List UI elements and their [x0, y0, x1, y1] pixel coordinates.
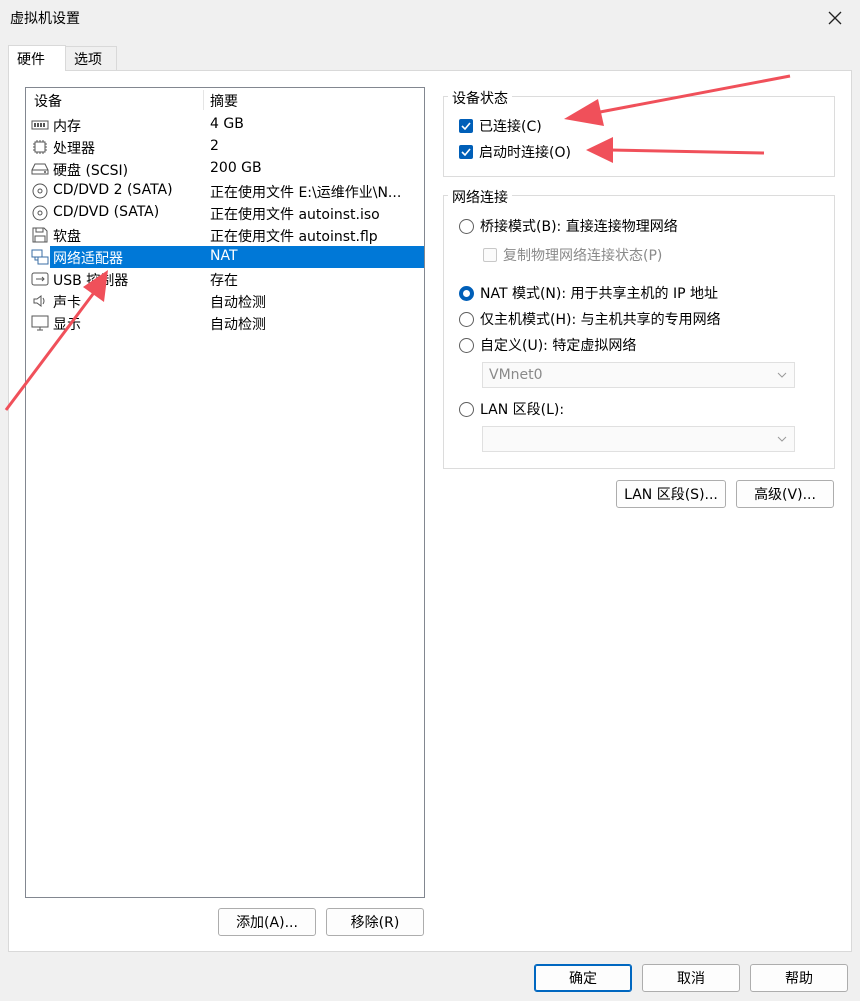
- device-summary: 200 GB: [210, 160, 262, 176]
- cd-dvd-icon: [31, 182, 49, 200]
- device-name: CD/DVD 2 (SATA): [53, 182, 173, 198]
- device-name: USB 控制器: [53, 273, 129, 289]
- checkbox-empty-icon: [483, 248, 497, 262]
- tab-options-label: 选项: [74, 51, 102, 68]
- column-header-summary[interactable]: 摘要: [210, 91, 238, 111]
- replicate-state-checkbox[interactable]: 复制物理网络连接状态(P): [483, 245, 662, 265]
- nat-radio[interactable]: NAT 模式(N): 用于共享主机的 IP 地址: [459, 283, 718, 303]
- help-button[interactable]: 帮助: [750, 964, 848, 992]
- device-summary: 存在: [210, 273, 238, 289]
- custom-network-select[interactable]: VMnet0: [482, 362, 795, 388]
- tab-hardware[interactable]: 硬件: [8, 45, 66, 71]
- checkmark-icon: [459, 145, 473, 159]
- device-summary: 正在使用文件 autoinst.iso: [210, 207, 380, 223]
- device-row-cd-dvd[interactable]: CD/DVD (SATA) 正在使用文件 autoinst.iso: [26, 202, 424, 224]
- window-title: 虚拟机设置: [10, 11, 80, 27]
- sound-icon: [31, 292, 49, 310]
- device-status-title: 设备状态: [448, 88, 512, 108]
- device-summary: 2: [210, 138, 219, 154]
- replicate-state-label: 复制物理网络连接状态(P): [503, 248, 663, 264]
- memory-icon: [31, 116, 49, 134]
- close-button[interactable]: [820, 4, 850, 32]
- host-only-radio[interactable]: 仅主机模式(H): 与主机共享的专用网络: [459, 309, 721, 329]
- device-name: 声卡: [53, 295, 81, 311]
- remove-button[interactable]: 移除(R): [326, 908, 424, 936]
- device-row-memory[interactable]: 内存 4 GB: [26, 114, 424, 136]
- device-name: 显示: [53, 317, 81, 333]
- cd-dvd-icon: [31, 204, 49, 222]
- usb-icon: [31, 270, 49, 288]
- chevron-down-icon: [776, 433, 788, 449]
- checkmark-icon: [459, 119, 473, 133]
- hard-disk-icon: [31, 160, 49, 178]
- bridged-radio[interactable]: 桥接模式(B): 直接连接物理网络: [459, 216, 678, 236]
- device-summary: 4 GB: [210, 116, 244, 132]
- device-name: 硬盘 (SCSI): [53, 163, 129, 179]
- lan-segment-label: LAN 区段(L):: [480, 402, 565, 418]
- device-list[interactable]: 设备 摘要 内存 4 GB 处理器 2 硬盘 (SCSI) 200 GB CD/…: [25, 87, 425, 898]
- processor-icon: [31, 138, 49, 156]
- device-row-sound-card[interactable]: 声卡 自动检测: [26, 290, 424, 312]
- radio-off-icon: [459, 337, 474, 353]
- radio-off-icon: [459, 311, 474, 327]
- tab-hardware-label: 硬件: [17, 51, 45, 68]
- column-divider[interactable]: [203, 90, 204, 110]
- device-row-usb-controller[interactable]: USB 控制器 存在: [26, 268, 424, 290]
- list-header: 设备 摘要: [26, 88, 424, 112]
- add-button[interactable]: 添加(A)...: [218, 908, 316, 936]
- lan-segment-select[interactable]: [482, 426, 795, 452]
- device-row-network-adapter[interactable]: 网络适配器 NAT: [26, 246, 424, 268]
- network-connection-title: 网络连接: [448, 187, 512, 207]
- connect-at-power-on-checkbox[interactable]: 启动时连接(O): [459, 142, 571, 162]
- radio-off-icon: [459, 401, 474, 417]
- device-name: CD/DVD (SATA): [53, 204, 160, 220]
- radio-on-icon: [459, 285, 474, 301]
- title-bar: 虚拟机设置: [0, 0, 860, 36]
- advanced-button[interactable]: 高级(V)...: [736, 480, 834, 508]
- custom-network-value: VMnet0: [489, 367, 543, 383]
- device-summary: 正在使用文件 E:\运维作业\N...: [210, 185, 402, 201]
- device-name: 处理器: [53, 141, 95, 157]
- chevron-down-icon: [776, 369, 788, 385]
- device-summary: 正在使用文件 autoinst.flp: [210, 229, 378, 245]
- tab-options[interactable]: 选项: [65, 46, 117, 70]
- connected-checkbox[interactable]: 已连接(C): [459, 116, 542, 136]
- device-summary: 自动检测: [210, 295, 266, 311]
- connected-label: 已连接(C): [479, 119, 542, 135]
- ok-button[interactable]: 确定: [534, 964, 632, 992]
- radio-off-icon: [459, 218, 474, 234]
- device-name: 软盘: [53, 229, 81, 245]
- device-row-cd-dvd-2[interactable]: CD/DVD 2 (SATA) 正在使用文件 E:\运维作业\N...: [26, 180, 424, 202]
- device-row-hard-disk[interactable]: 硬盘 (SCSI) 200 GB: [26, 158, 424, 180]
- cancel-button[interactable]: 取消: [642, 964, 740, 992]
- device-name: 网络适配器: [53, 251, 123, 267]
- device-status-group: [443, 96, 835, 177]
- bridged-label: 桥接模式(B): 直接连接物理网络: [480, 219, 678, 235]
- display-icon: [31, 314, 49, 332]
- host-only-label: 仅主机模式(H): 与主机共享的专用网络: [480, 312, 721, 328]
- device-name: 内存: [53, 119, 81, 135]
- network-adapter-icon: [31, 248, 49, 266]
- custom-label: 自定义(U): 特定虚拟网络: [480, 338, 637, 354]
- device-summary: 自动检测: [210, 317, 266, 333]
- nat-label: NAT 模式(N): 用于共享主机的 IP 地址: [480, 286, 718, 302]
- lan-segment-radio[interactable]: LAN 区段(L):: [459, 399, 564, 419]
- column-header-device[interactable]: 设备: [34, 91, 62, 111]
- lan-segments-button[interactable]: LAN 区段(S)...: [616, 480, 726, 508]
- device-row-processor[interactable]: 处理器 2: [26, 136, 424, 158]
- device-row-floppy[interactable]: 软盘 正在使用文件 autoinst.flp: [26, 224, 424, 246]
- device-row-display[interactable]: 显示 自动检测: [26, 312, 424, 334]
- floppy-icon: [31, 226, 49, 244]
- custom-radio[interactable]: 自定义(U): 特定虚拟网络: [459, 335, 636, 355]
- connect-at-power-on-label: 启动时连接(O): [479, 145, 571, 161]
- device-summary: NAT: [210, 248, 238, 264]
- close-icon: [828, 11, 842, 25]
